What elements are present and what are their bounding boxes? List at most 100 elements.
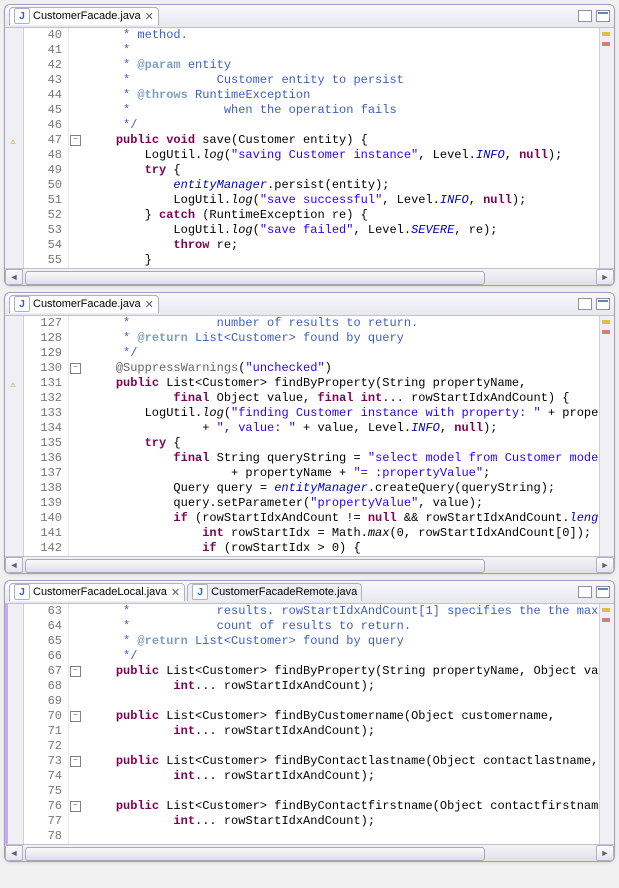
code-line[interactable]: int... rowStartIdxAndCount);	[87, 679, 599, 694]
scroll-track[interactable]	[23, 270, 596, 284]
fold-toggle-icon[interactable]: −	[70, 756, 81, 767]
editor-tab[interactable]: JCustomerFacadeLocal.java✕	[9, 583, 185, 601]
code-line[interactable]: int rowStartIdx = Math.max(0, rowStartId…	[87, 526, 599, 541]
code-line[interactable]: * count of results to return.	[87, 619, 599, 634]
scroll-thumb[interactable]	[25, 559, 485, 573]
warning-icon[interactable]: ⚠	[7, 135, 19, 145]
code-line[interactable]: throw re;	[87, 238, 599, 253]
code-line[interactable]: public void save(Customer entity) {	[87, 133, 599, 148]
close-icon[interactable]: ✕	[145, 10, 154, 23]
minimize-button[interactable]	[578, 298, 592, 310]
code-area[interactable]: ⚠127128129130131132133134135136137138139…	[5, 316, 614, 556]
code-line[interactable]: Query query = entityManager.createQuery(…	[87, 481, 599, 496]
code-line[interactable]	[87, 784, 599, 799]
code-area[interactable]: ⚠40414243444546474849505152535455− * met…	[5, 28, 614, 268]
overview-marker[interactable]	[602, 32, 610, 36]
code-line[interactable]: query.setParameter("propertyValue", valu…	[87, 496, 599, 511]
code-line[interactable]: LogUtil.log("save successful", Level.INF…	[87, 193, 599, 208]
code-line[interactable]: * @throws RuntimeException	[87, 88, 599, 103]
overview-marker[interactable]	[602, 608, 610, 612]
code-line[interactable]: * @return List<Customer> found by query	[87, 634, 599, 649]
code-line[interactable]: + ", value: " + value, Level.INFO, null)…	[87, 421, 599, 436]
marker-ruler: ⚠	[5, 316, 24, 556]
maximize-button[interactable]	[596, 586, 610, 598]
code-line[interactable]: LogUtil.log("finding Customer instance w…	[87, 406, 599, 421]
fold-toggle-icon[interactable]: −	[70, 711, 81, 722]
fold-toggle-icon[interactable]: −	[70, 363, 81, 374]
overview-marker[interactable]	[602, 320, 610, 324]
code-line[interactable]: public List<Customer> findByCustomername…	[87, 709, 599, 724]
overview-marker[interactable]	[602, 42, 610, 46]
code-line[interactable]	[87, 694, 599, 709]
code-line[interactable]: + propertyName + "= :propertyValue";	[87, 466, 599, 481]
overview-marker[interactable]	[602, 618, 610, 622]
code-line[interactable]: * number of results to return.	[87, 316, 599, 331]
scroll-right-icon[interactable]: ►	[596, 845, 614, 861]
editor-tab[interactable]: JCustomerFacadeRemote.java	[187, 583, 362, 601]
code-line[interactable]: */	[87, 346, 599, 361]
code-line[interactable]: } catch (RuntimeException re) {	[87, 208, 599, 223]
code-line[interactable]: */	[87, 118, 599, 133]
code-line[interactable]: public List<Customer> findByProperty(Str…	[87, 664, 599, 679]
maximize-button[interactable]	[596, 10, 610, 22]
overview-ruler[interactable]	[599, 604, 614, 844]
code-line[interactable]: LogUtil.log("save failed", Level.SEVERE,…	[87, 223, 599, 238]
code-line[interactable]: LogUtil.log("saving Customer instance", …	[87, 148, 599, 163]
close-icon[interactable]: ✕	[171, 586, 180, 599]
editor-tab[interactable]: JCustomerFacade.java✕	[9, 7, 159, 25]
code-line[interactable]: entityManager.persist(entity);	[87, 178, 599, 193]
code-line[interactable]: int... rowStartIdxAndCount);	[87, 769, 599, 784]
minimize-button[interactable]	[578, 586, 592, 598]
code-line[interactable]: * @return List<Customer> found by query	[87, 331, 599, 346]
scroll-right-icon[interactable]: ►	[596, 557, 614, 573]
editor-tab[interactable]: JCustomerFacade.java✕	[9, 295, 159, 313]
fold-toggle-icon[interactable]: −	[70, 801, 81, 812]
code-line[interactable]: try {	[87, 163, 599, 178]
code-line[interactable]: public List<Customer> findByContactlastn…	[87, 754, 599, 769]
overview-marker[interactable]	[602, 330, 610, 334]
code-line[interactable]: public List<Customer> findByContactfirst…	[87, 799, 599, 814]
horizontal-scrollbar[interactable]: ◄►	[5, 268, 614, 285]
code-line[interactable]: if (rowStartIdx > 0) {	[87, 541, 599, 556]
code-body[interactable]: * results. rowStartIdxAndCount[1] specif…	[81, 604, 599, 844]
scroll-thumb[interactable]	[25, 271, 485, 285]
scroll-left-icon[interactable]: ◄	[5, 269, 23, 285]
overview-ruler[interactable]	[599, 28, 614, 268]
code-line[interactable]: * @param entity	[87, 58, 599, 73]
code-line[interactable]: */	[87, 649, 599, 664]
code-line[interactable]	[87, 739, 599, 754]
warning-icon[interactable]: ⚠	[7, 378, 19, 388]
maximize-button[interactable]	[596, 298, 610, 310]
scroll-track[interactable]	[23, 846, 596, 860]
code-line[interactable]: *	[87, 43, 599, 58]
code-line[interactable]: int... rowStartIdxAndCount);	[87, 814, 599, 829]
horizontal-scrollbar[interactable]: ◄►	[5, 844, 614, 861]
code-line[interactable]: @SuppressWarnings("unchecked")	[87, 361, 599, 376]
code-line[interactable]: * method.	[87, 28, 599, 43]
scroll-track[interactable]	[23, 558, 596, 572]
code-line[interactable]: final Object value, final int... rowStar…	[87, 391, 599, 406]
code-area[interactable]: 63646566676869707172737475767778−−−− * r…	[5, 604, 614, 844]
code-line[interactable]: public List<Customer> findByProperty(Str…	[87, 376, 599, 391]
code-line[interactable]: * Customer entity to persist	[87, 73, 599, 88]
code-body[interactable]: * number of results to return. * @return…	[81, 316, 599, 556]
close-icon[interactable]: ✕	[145, 298, 154, 311]
code-line[interactable]: try {	[87, 436, 599, 451]
scroll-left-icon[interactable]: ◄	[5, 845, 23, 861]
code-line[interactable]	[87, 829, 599, 844]
code-body[interactable]: * method. * * @param entity * Customer e…	[81, 28, 599, 268]
fold-toggle-icon[interactable]: −	[70, 135, 81, 146]
scroll-left-icon[interactable]: ◄	[5, 557, 23, 573]
fold-toggle-icon[interactable]: −	[70, 666, 81, 677]
minimize-button[interactable]	[578, 10, 592, 22]
code-line[interactable]: final String queryString = "select model…	[87, 451, 599, 466]
overview-ruler[interactable]	[599, 316, 614, 556]
scroll-right-icon[interactable]: ►	[596, 269, 614, 285]
horizontal-scrollbar[interactable]: ◄►	[5, 556, 614, 573]
code-line[interactable]: }	[87, 253, 599, 268]
code-line[interactable]: if (rowStartIdxAndCount != null && rowSt…	[87, 511, 599, 526]
code-line[interactable]: * results. rowStartIdxAndCount[1] specif…	[87, 604, 599, 619]
code-line[interactable]: * when the operation fails	[87, 103, 599, 118]
scroll-thumb[interactable]	[25, 847, 485, 861]
code-line[interactable]: int... rowStartIdxAndCount);	[87, 724, 599, 739]
